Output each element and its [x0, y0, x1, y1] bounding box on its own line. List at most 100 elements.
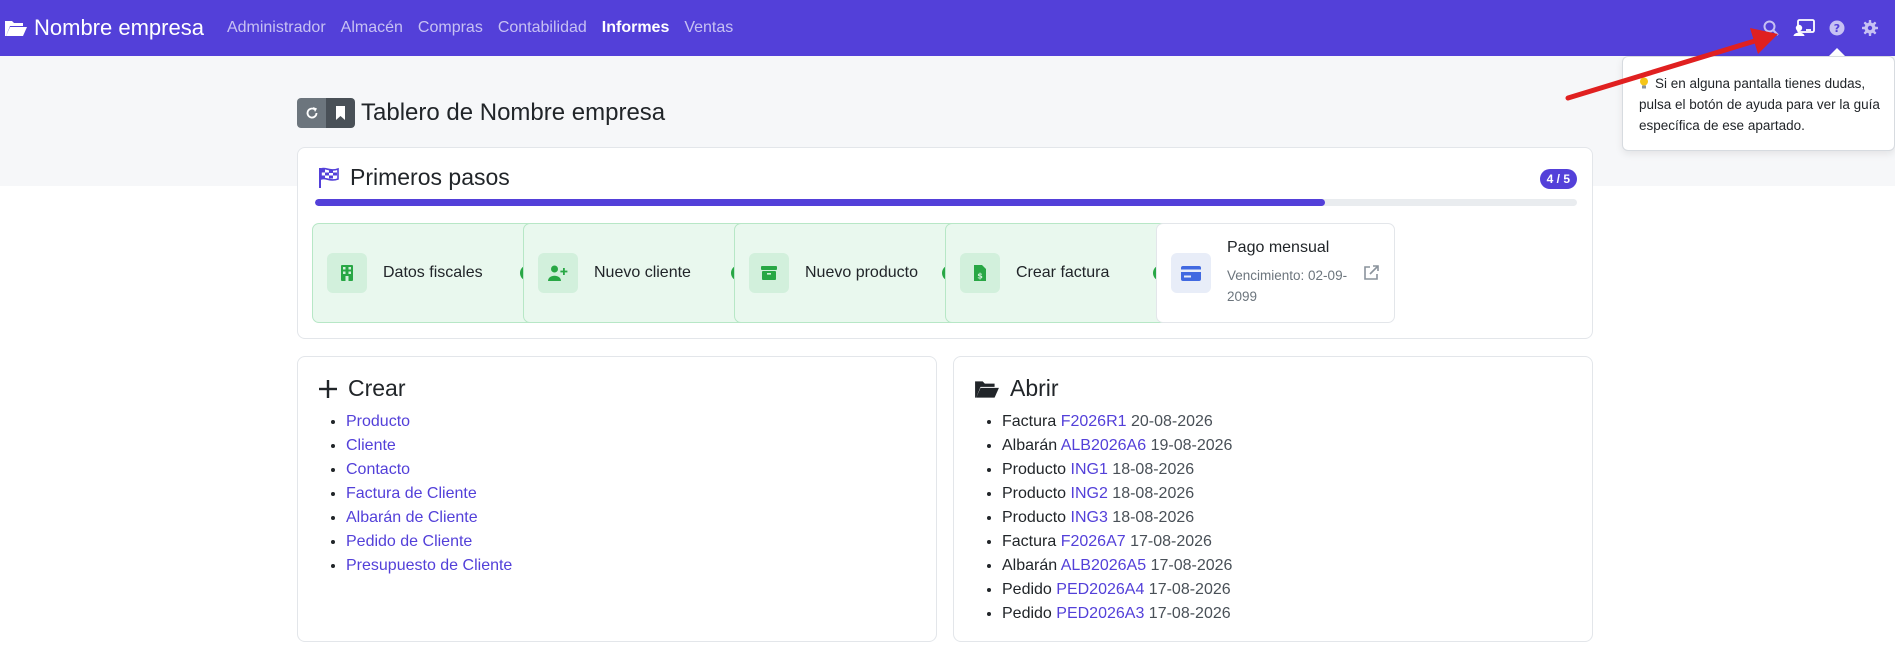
bookmark-button[interactable]: [326, 98, 355, 128]
annotation-arrow: [1565, 28, 1778, 101]
getting-started-header: Primeros pasos: [318, 164, 510, 191]
doc-link[interactable]: ING2: [1071, 485, 1108, 502]
step-nuevo-producto[interactable]: Nuevo producto: [734, 223, 973, 323]
create-title: Crear: [348, 375, 406, 401]
gear-icon[interactable]: [1859, 17, 1881, 39]
create-link-cliente[interactable]: Cliente: [346, 437, 396, 454]
getting-started-title: Primeros pasos: [350, 164, 510, 190]
step-crear-factura[interactable]: $ Crear factura: [945, 223, 1184, 323]
create-list: Producto Cliente Contacto Factura de Cli…: [346, 410, 512, 578]
doc-type: Factura: [1002, 533, 1057, 550]
step-nuevo-cliente[interactable]: Nuevo cliente: [523, 223, 762, 323]
doc-type: Producto: [1002, 509, 1067, 526]
doc-link[interactable]: F2026A7: [1061, 533, 1126, 550]
list-item: Producto ING1 18-08-2026: [1002, 458, 1232, 482]
pending-step-text: Pago mensual Vencimiento: 02-09-2099: [1227, 239, 1362, 307]
plus-icon: [319, 379, 337, 398]
create-link-producto[interactable]: Producto: [346, 413, 410, 430]
user-card-icon[interactable]: [1793, 17, 1815, 39]
create-link-factura-cliente[interactable]: Factura de Cliente: [346, 485, 477, 502]
doc-type: Pedido: [1002, 581, 1052, 598]
steps-progress-bar: [315, 199, 1577, 206]
doc-link[interactable]: F2026R1: [1061, 413, 1127, 430]
list-item: Albarán ALB2026A5 17-08-2026: [1002, 554, 1232, 578]
open-header: Abrir: [974, 375, 1059, 402]
nav-link-compras[interactable]: Compras: [418, 19, 483, 37]
box-icon: [749, 253, 789, 293]
list-item: Factura de Cliente: [346, 482, 512, 506]
create-link-presupuesto-cliente[interactable]: Presupuesto de Cliente: [346, 557, 512, 574]
page-title-row: Tablero de Nombre empresa: [297, 98, 665, 128]
create-card: Crear Producto Cliente Contacto Factura …: [297, 356, 937, 642]
doc-date: 20-08-2026: [1130, 413, 1213, 430]
doc-type: Producto: [1002, 485, 1067, 502]
open-title: Abrir: [1010, 375, 1059, 401]
doc-date: 17-08-2026: [1148, 581, 1231, 598]
svg-text:?: ?: [1834, 22, 1840, 35]
step-datos-fiscales[interactable]: Datos fiscales: [312, 223, 551, 323]
step-label: Nuevo cliente: [594, 264, 691, 281]
doc-date: 18-08-2026: [1112, 485, 1195, 502]
doc-date: 17-08-2026: [1130, 533, 1212, 550]
checkered-flag-icon: [319, 167, 339, 188]
page-title: Tablero de Nombre empresa: [361, 99, 666, 126]
nav-links: Administrador Almacén Compras Contabilid…: [227, 19, 748, 37]
doc-type: Producto: [1002, 461, 1067, 478]
external-link-icon[interactable]: [1362, 264, 1380, 282]
list-item: Contacto: [346, 458, 512, 482]
list-item: Producto ING2 18-08-2026: [1002, 482, 1232, 506]
doc-link[interactable]: ALB2026A5: [1061, 557, 1146, 574]
help-icon[interactable]: ?: [1826, 17, 1848, 39]
refresh-icon: [306, 107, 317, 119]
create-link-albaran-cliente[interactable]: Albarán de Cliente: [346, 509, 478, 526]
doc-link[interactable]: PED2026A3: [1056, 605, 1144, 622]
doc-link[interactable]: ING1: [1071, 461, 1108, 478]
list-item: Presupuesto de Cliente: [346, 554, 512, 578]
create-link-pedido-cliente[interactable]: Pedido de Cliente: [346, 533, 472, 550]
list-item: Cliente: [346, 434, 512, 458]
doc-link[interactable]: ING3: [1071, 509, 1108, 526]
step-pago-mensual[interactable]: Pago mensual Vencimiento: 02-09-2099: [1156, 223, 1395, 323]
nav-link-contabilidad[interactable]: Contabilidad: [498, 19, 587, 37]
svg-text:$: $: [977, 272, 983, 281]
list-item: Albarán de Cliente: [346, 506, 512, 530]
pending-step-title: Pago mensual: [1227, 239, 1330, 256]
doc-type: Factura: [1002, 413, 1057, 430]
create-link-contacto[interactable]: Contacto: [346, 461, 410, 478]
step-label: Crear factura: [1016, 264, 1110, 281]
doc-type: Albarán: [1002, 557, 1058, 574]
doc-type: Pedido: [1002, 605, 1052, 622]
create-header: Crear: [318, 375, 406, 402]
building-icon: [327, 253, 367, 293]
folder-open-icon: [5, 21, 27, 36]
list-item: Pedido PED2026A3 17-08-2026: [1002, 602, 1232, 626]
list-item: Factura F2026R1 20-08-2026: [1002, 410, 1232, 434]
folder-open-icon: [975, 380, 999, 398]
doc-date: 18-08-2026: [1112, 509, 1195, 526]
list-item: Albarán ALB2026A6 19-08-2026: [1002, 434, 1232, 458]
doc-type: Albarán: [1002, 437, 1058, 454]
refresh-button[interactable]: [297, 98, 326, 128]
doc-link[interactable]: ALB2026A6: [1061, 437, 1146, 454]
doc-date: 17-08-2026: [1150, 557, 1233, 574]
brand-name: Nombre empresa: [34, 15, 204, 40]
list-item: Pedido PED2026A4 17-08-2026: [1002, 578, 1232, 602]
nav-link-ventas[interactable]: Ventas: [684, 19, 733, 37]
doc-date: 19-08-2026: [1150, 437, 1233, 454]
user-plus-icon: [538, 253, 578, 293]
doc-link[interactable]: PED2026A4: [1056, 581, 1144, 598]
bookmark-icon: [336, 106, 345, 120]
doc-date: 17-08-2026: [1148, 605, 1231, 622]
nav-link-informes[interactable]: Informes: [602, 19, 670, 37]
step-label: Datos fiscales: [383, 264, 483, 281]
list-item: Producto ING3 18-08-2026: [1002, 506, 1232, 530]
doc-date: 18-08-2026: [1112, 461, 1195, 478]
invoice-icon: $: [960, 253, 1000, 293]
brand[interactable]: Nombre empresa: [4, 15, 204, 41]
nav-link-administrador[interactable]: Administrador: [227, 19, 326, 37]
steps-progress-fill: [315, 199, 1325, 206]
list-item: Factura F2026A7 17-08-2026: [1002, 530, 1232, 554]
nav-link-almacen[interactable]: Almacén: [341, 19, 403, 37]
step-label: Nuevo producto: [805, 264, 918, 281]
open-card: Abrir Factura F2026R1 20-08-2026 Albarán…: [953, 356, 1593, 642]
